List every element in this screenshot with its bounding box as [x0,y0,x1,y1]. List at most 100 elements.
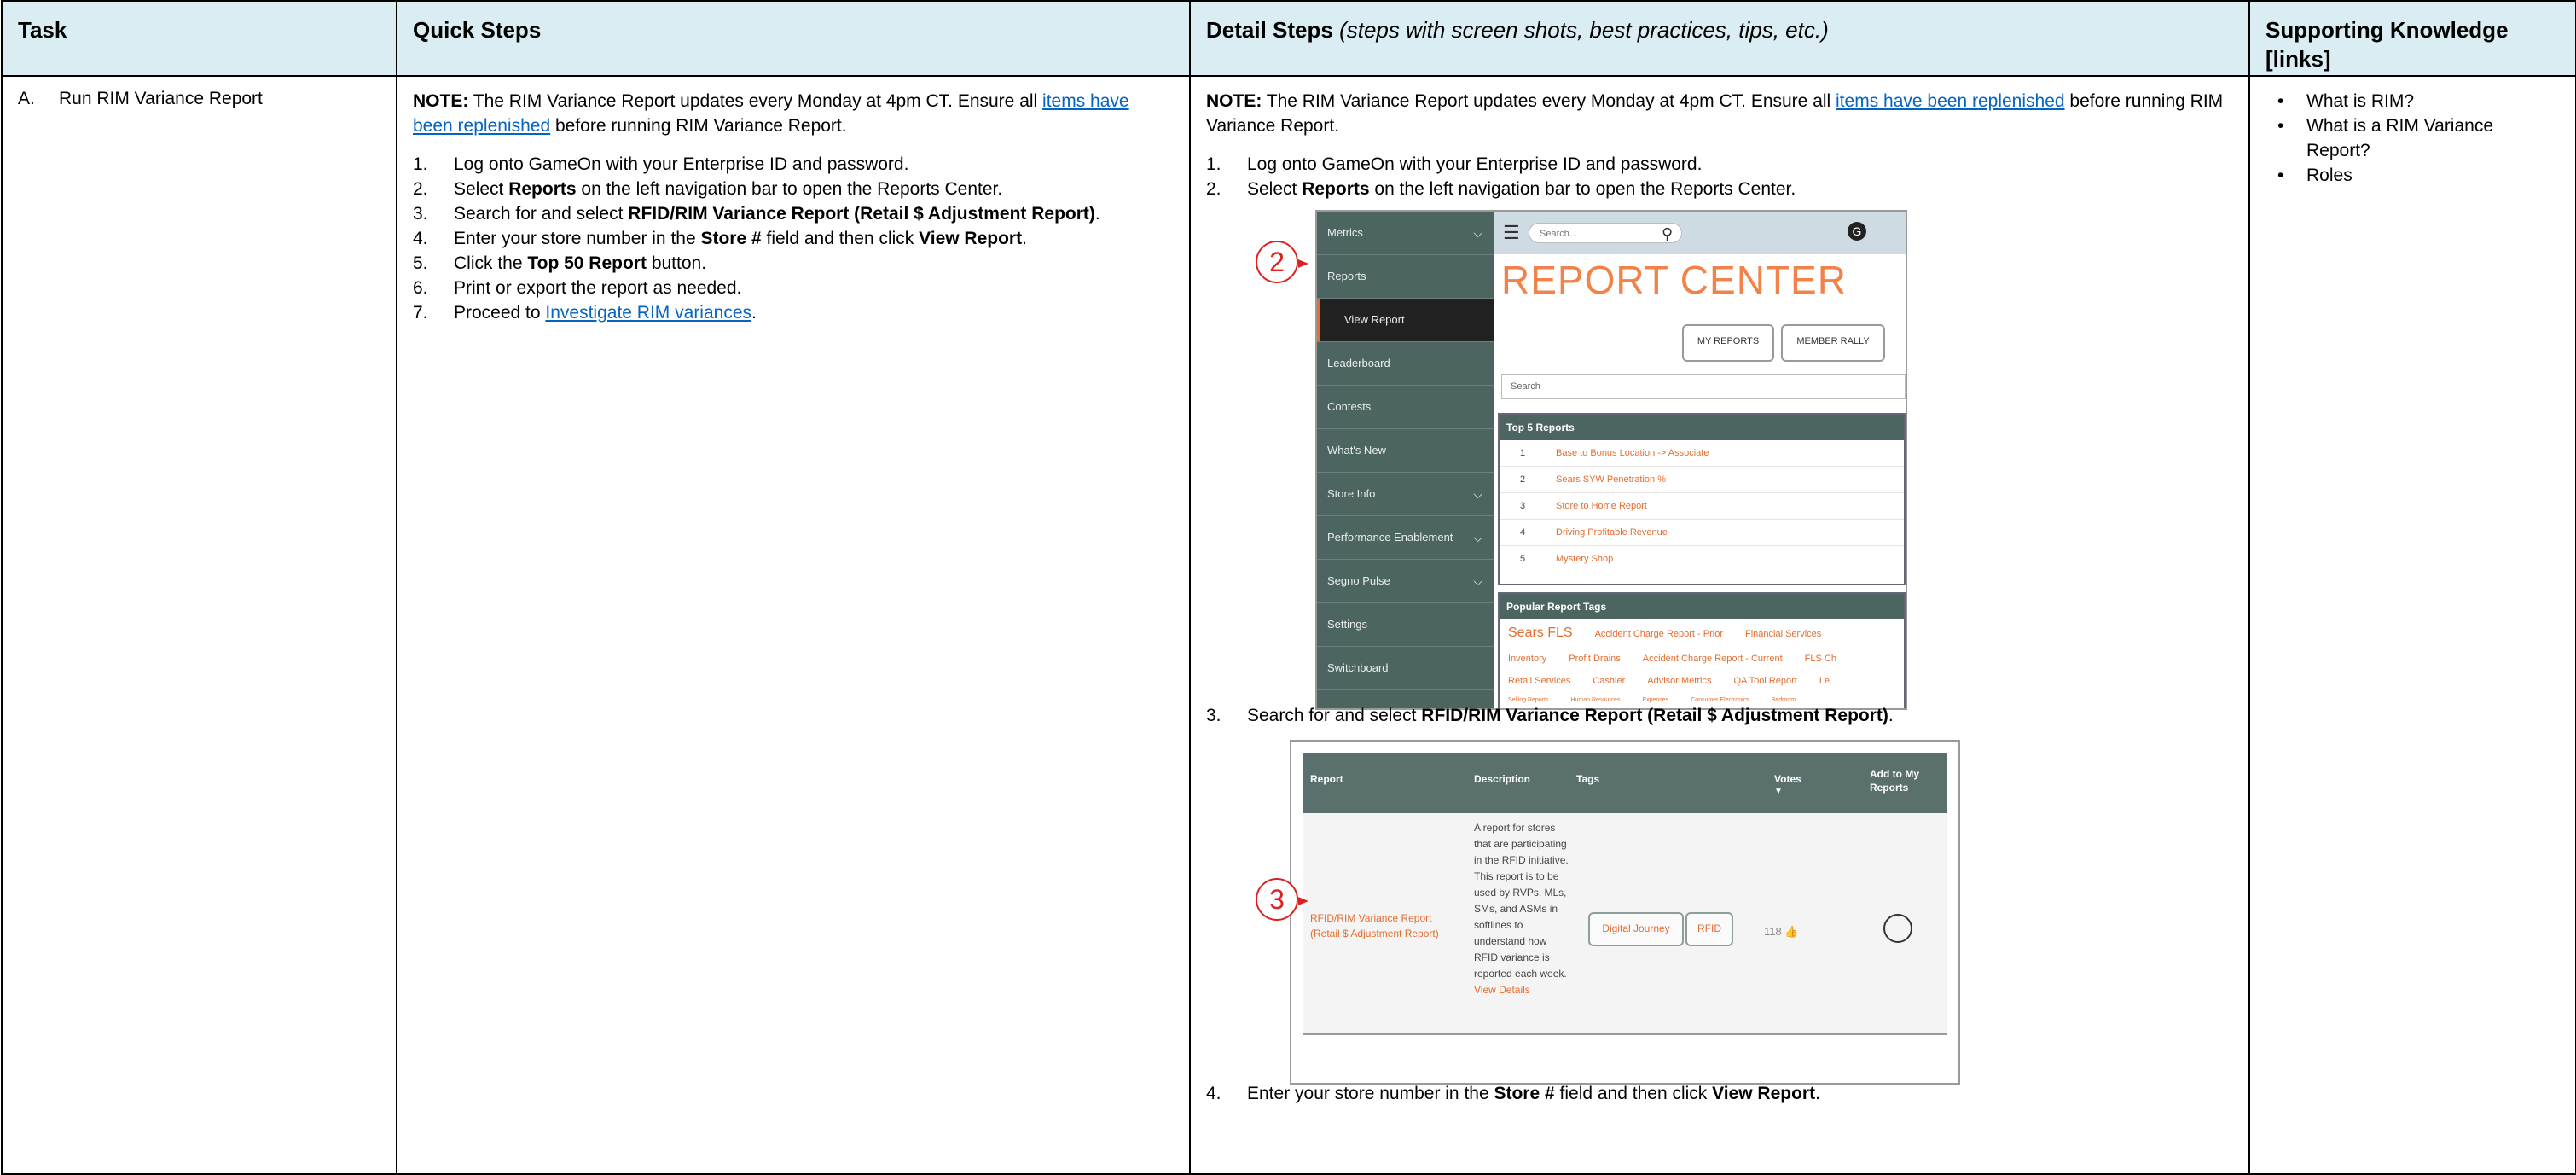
member-rally-button[interactable]: MEMBER RALLY [1781,324,1885,362]
gameon-sidebar: Metrics ⌵ Reports View Report Leaderboard… [1317,212,1494,708]
report-description: A report for stores that are participati… [1474,822,1569,996]
tag-row: Sears FLS Accident Charge Report - Prior F… [1500,619,1904,648]
report-center-main: ☰ Search... ⚲ G REPORT CENTER MY REPORTS… [1494,212,1906,708]
detail-steps-list: 1. Log onto GameOn with your Enterprise I… [1206,152,2233,201]
tag-digital-journey[interactable]: Digital Journey [1588,912,1684,946]
tag-link[interactable]: Le [1819,676,1830,686]
tag-link[interactable]: Profit Drains [1569,654,1621,664]
quick-step: 5. Click the Top 50 Report button. [413,253,707,273]
chevron-down-icon: ⌵ [1473,487,1482,501]
tag-rfid[interactable]: RFID [1685,912,1733,946]
tag-link[interactable]: Expenses [1642,697,1668,703]
tag-link[interactable]: Bedroom [1772,697,1796,703]
nav-metrics[interactable]: Metrics ⌵ [1317,212,1494,255]
top-report-row[interactable]: 2 Sears SYW Penetration % [1500,467,1904,493]
top-report-row[interactable]: 5 Mystery Shop [1500,546,1904,572]
callout-3: 3 [1256,878,1308,921]
quick-step: 7. Proceed to Investigate RIM variances. [413,303,757,323]
col-description: Description [1474,773,1531,785]
thumbs-up-icon[interactable]: 👍 [1784,925,1798,938]
tag-row: Retail Services Cashier Advisor Metrics QA … [1500,670,1904,692]
supporting-knowledge-cell: What is RIM? What is a RIM Variance Repo… [2248,75,2576,1175]
top-report-row[interactable]: 4 Driving Profitable Revenue [1500,520,1904,546]
sort-arrow-icon[interactable]: ▼ [1774,779,1783,804]
nav-performance-enablement[interactable]: Performance Enablement ⌵ [1317,516,1494,560]
tag-link[interactable]: Retail Services [1508,676,1570,686]
top-bar: ☰ Search... ⚲ G [1494,212,1906,254]
tag-link[interactable]: Financial Services [1745,629,1821,639]
tag-link[interactable]: QA Tool Report [1733,676,1796,686]
view-details-link[interactable]: View Details [1474,984,1530,996]
hamburger-menu-icon[interactable]: ☰ [1503,220,1520,245]
tag-link[interactable]: Accident Charge Report - Current [1643,654,1783,664]
tag-link[interactable]: Cashier [1593,676,1625,686]
quick-step: 4. Enter your store number in the Store #… [413,229,1027,248]
add-to-my-reports-radio[interactable] [1883,914,1912,943]
header-detail-steps: Detail Steps (steps with screen shots, b… [1189,0,2250,77]
knowledge-link-roles[interactable]: Roles [2266,163,2560,188]
tag-link[interactable]: Sears FLS [1508,625,1573,640]
nav-store-info[interactable]: Store Info ⌵ [1317,473,1494,516]
tag-link[interactable]: Accident Charge Report - Prior [1595,629,1723,639]
report-listing-screenshot-wrapper: Report Description Tags Votes ▼ Add to M… [1247,731,2233,1085]
chevron-down-icon: ⌵ [1473,226,1482,240]
quick-step: 1. Log onto GameOn with your Enterprise I… [413,154,909,174]
nav-switchboard[interactable]: Switchboard [1317,647,1494,690]
header-supporting-knowledge: Supporting Knowledge [links] [2248,0,2576,77]
tag-link[interactable]: Human Resources [1570,697,1620,703]
task-letter: A. [18,89,35,108]
detail-step: 4. Enter your store number in the Store #… [1206,1084,1820,1103]
top-report-row[interactable]: 3 Store to Home Report [1500,493,1904,520]
quick-step: 2. Select Reports on the left navigation … [413,179,1003,199]
detail-step: 3. Search for and select RFID/RIM Varianc… [1206,706,1894,725]
col-tags: Tags [1576,773,1600,785]
quick-note: NOTE: The RIM Variance Report updates ev… [413,91,1129,136]
my-reports-button[interactable]: MY REPORTS [1682,324,1774,362]
detail-step: 1. Log onto GameOn with your Enterprise I… [1206,154,1703,174]
votes-count: 118 👍 [1764,925,1799,938]
quick-step: 6. Print or export the report as needed. [413,278,742,298]
quick-steps-cell: NOTE: The RIM Variance Report updates ev… [396,75,1191,1175]
search-icon[interactable]: ⚲ [1662,222,1673,247]
popular-tags-panel: Popular Report Tags Sears FLS Accident Ch… [1498,592,1906,708]
tag-link[interactable]: Consumer Electronics [1691,697,1749,703]
rfid-rim-report-link[interactable]: RFID/RIM Variance Report (Retail $ Adjus… [1310,910,1455,941]
nav-leaderboard[interactable]: Leaderboard [1317,342,1494,386]
callout-2: 2 [1256,241,1308,283]
tag-row: Inventory Profit Drains Accident Charge Re… [1500,648,1904,670]
task-cell: A. Run RIM Variance Report [1,75,397,1175]
items-replenished-link-detail[interactable]: items have been replenished [1836,91,2065,111]
header-quick-steps: Quick Steps [396,0,1191,77]
listing-row: RFID/RIM Variance Report (Retail $ Adjus… [1303,813,1947,1035]
detail-steps-list-continued: 3. Search for and select RFID/RIM Varianc… [1206,703,2233,728]
tag-link[interactable]: FLS Ch [1805,654,1836,664]
nav-view-report[interactable]: View Report [1317,299,1494,342]
listing-header: Report Description Tags Votes ▼ Add to M… [1303,753,1947,813]
knowledge-links: What is RIM? What is a RIM Variance Repo… [2266,89,2560,188]
knowledge-link-rim-variance-report[interactable]: What is a RIM Variance Report? [2266,113,2560,163]
detail-steps-list-continued: 4. Enter your store number in the Store #… [1206,1081,2233,1106]
tag-link[interactable]: Inventory [1508,654,1546,664]
detail-note: NOTE: The RIM Variance Report updates ev… [1206,91,2224,136]
report-center-screenshot: Metrics ⌵ Reports View Report Leaderboard… [1315,210,1907,710]
procedure-table: Task Quick Steps Detail Steps (steps wit… [1,0,2576,1175]
nav-settings[interactable]: Settings [1317,603,1494,647]
tag-link[interactable]: Selling Reports [1508,697,1548,703]
report-center-title: REPORT CENTER [1501,258,1847,302]
investigate-rim-variances-link[interactable]: Investigate RIM variances [545,303,751,323]
tag-link[interactable]: Advisor Metrics [1647,676,1711,686]
detail-steps-cell: NOTE: The RIM Variance Report updates ev… [1189,75,2250,1175]
nav-segno-pulse[interactable]: Segno Pulse ⌵ [1317,560,1494,603]
col-report: Report [1310,773,1343,785]
nav-reports[interactable]: Reports [1317,255,1494,299]
top-report-row[interactable]: 1 Base to Bonus Location -> Associate [1500,440,1904,467]
knowledge-link-what-is-rim[interactable]: What is RIM? [2266,89,2560,113]
nav-whats-new[interactable]: What's New [1317,429,1494,473]
report-search-input[interactable]: Search [1501,374,1906,399]
nav-contests[interactable]: Contests [1317,386,1494,429]
gameon-logo-icon: G [1848,222,1866,241]
top-search-input[interactable]: Search... [1529,223,1682,243]
top-5-reports-panel: Top 5 Reports 1 Base to Bonus Location ->… [1498,413,1906,585]
chevron-down-icon: ⌵ [1473,531,1482,544]
top-5-reports-heading: Top 5 Reports [1500,415,1904,440]
